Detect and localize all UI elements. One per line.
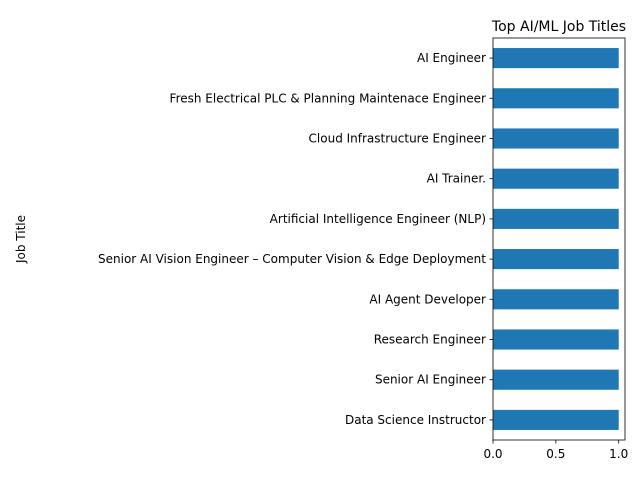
y-tick-label: Senior AI Vision Engineer – Computer Vis… [98,252,486,266]
y-tick-label: Cloud Infrastructure Engineer [309,132,487,146]
y-tick-label: Fresh Electrical PLC & Planning Maintena… [170,91,487,105]
y-tick-label: Senior AI Engineer [375,373,486,387]
bar [493,128,619,149]
x-tick-label: 0.0 [483,447,502,461]
bar [493,289,619,310]
y-tick-label: AI Agent Developer [369,292,486,306]
bar [493,88,619,109]
bar [493,409,619,430]
bar [493,48,619,69]
y-tick-label: Research Engineer [374,333,486,347]
y-tick-label: AI Engineer [417,51,486,65]
bar [493,329,619,350]
y-axis-ticks: AI Engineer Fresh Electrical PLC & Planni… [98,51,493,427]
bar-chart: AI Engineer Fresh Electrical PLC & Planni… [14,19,628,461]
bar [493,249,619,270]
x-tick-label: 1.0 [609,447,628,461]
y-tick-label: Data Science Instructor [345,413,486,427]
bar [493,208,619,229]
x-tick-label: 0.5 [546,447,565,461]
chart-title: Top AI/ML Job Titles [491,19,626,35]
y-tick-label: AI Trainer. [427,172,486,186]
bar [493,168,619,189]
x-axis-ticks: 0.0 0.5 1.0 [483,440,628,461]
bar [493,369,619,390]
y-tick-label: Artificial Intelligence Engineer (NLP) [270,212,486,226]
y-axis-label: Job Title [14,215,28,264]
bars-group [493,48,619,430]
